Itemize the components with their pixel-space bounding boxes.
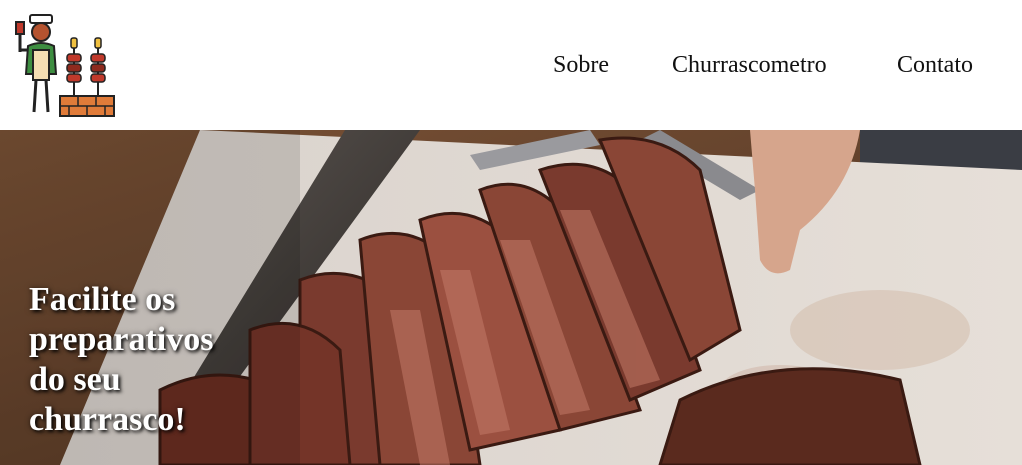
nav-link-sobre[interactable]: Sobre — [553, 50, 609, 80]
main-nav: Sobre Churrascometro Contato — [0, 50, 1022, 80]
site-header: Sobre Churrascometro Contato — [0, 0, 1022, 130]
nav-link-churrascometro[interactable]: Churrascometro — [672, 50, 827, 80]
hero-banner: Facilite os preparativos do seu churrasc… — [0, 130, 1022, 465]
nav-link-contato[interactable]: Contato — [897, 50, 973, 80]
hero-title: Facilite os preparativos do seu churrasc… — [29, 281, 214, 438]
